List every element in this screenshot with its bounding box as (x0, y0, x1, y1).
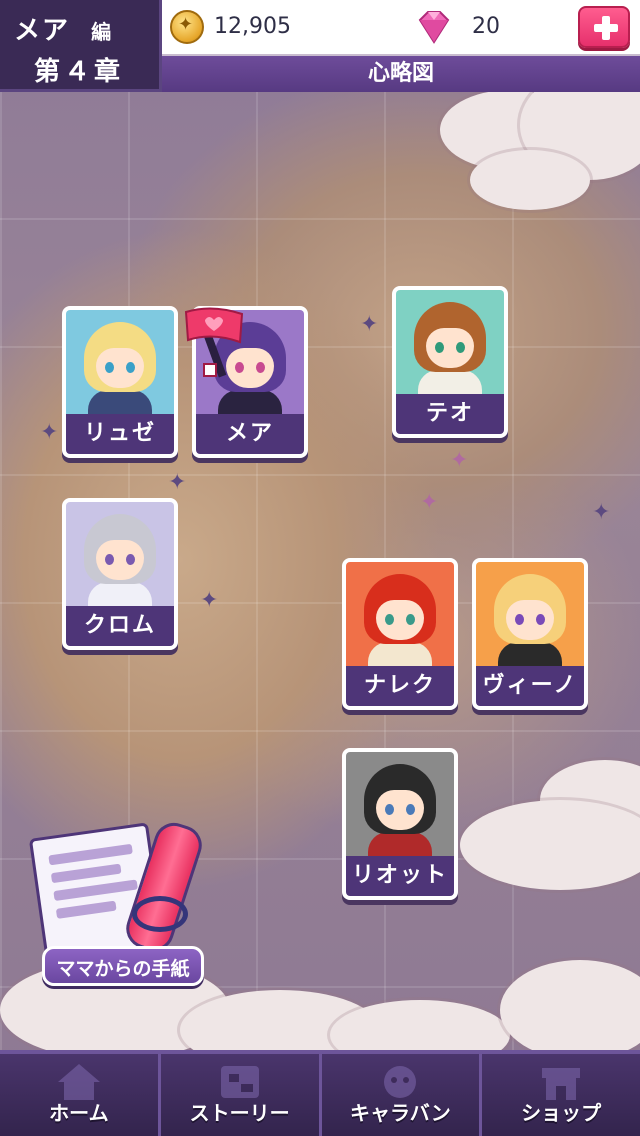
character-portrait (346, 752, 454, 856)
story-icon (220, 1066, 259, 1098)
nav-label: ホーム (49, 1101, 109, 1125)
character-face (376, 790, 424, 830)
character-portrait (346, 562, 454, 666)
character-eye (256, 362, 265, 373)
caravan-icon (384, 1066, 417, 1098)
character-eye (406, 614, 415, 625)
star-icon: ✦ (168, 470, 187, 495)
character-face (426, 328, 474, 368)
nav-caravan[interactable]: キャラバン (321, 1054, 483, 1136)
character-portrait (396, 290, 504, 394)
character-eye (456, 342, 465, 353)
page-title: 心略図 (162, 56, 640, 92)
nav-home[interactable]: ホーム (0, 1054, 161, 1136)
character-body (88, 390, 152, 414)
character-portrait (476, 562, 584, 666)
character-card-ryuze[interactable]: リュゼ (62, 306, 178, 458)
character-body (218, 390, 282, 414)
character-name: リオット (346, 856, 454, 896)
currency-bar: 12,905 20 (162, 0, 640, 56)
star-icon: ✦ (200, 588, 219, 613)
character-eye (515, 614, 524, 625)
character-card-teo[interactable]: テオ (392, 286, 508, 438)
nav-story[interactable]: ストーリー (160, 1054, 322, 1136)
character-body (368, 832, 432, 856)
character-eye (105, 554, 114, 565)
chapter-box: メア 編 第４章 (0, 0, 162, 92)
ribbon-icon (132, 896, 188, 932)
cloud (470, 150, 590, 210)
mama-letter-label: ママからの手紙 (42, 946, 204, 986)
character-eye (406, 804, 415, 815)
star-icon: ✦ (592, 500, 611, 525)
nav-label: ショップ (521, 1101, 602, 1125)
chapter-number: 第４章 (34, 57, 125, 87)
gem-icon (418, 11, 450, 44)
character-body (418, 370, 482, 394)
flag-icon (184, 307, 244, 378)
home-icon (57, 1064, 100, 1100)
character-card-kuromu[interactable]: クロム (62, 498, 178, 650)
character-body (368, 642, 432, 666)
character-face (506, 600, 554, 640)
character-eye (126, 554, 135, 565)
nav-shop[interactable]: ショップ (482, 1054, 640, 1136)
bottom-nav: ホーム ストーリー キャラバン ショップ (0, 1050, 640, 1136)
character-eye (385, 614, 394, 625)
character-name: ヴィーノ (476, 666, 584, 706)
nav-label: ストーリー (189, 1101, 290, 1125)
character-eye (385, 804, 394, 815)
star-icon: ✦ (450, 448, 469, 473)
chapter-name: メア (14, 16, 71, 46)
character-name: クロム (66, 606, 174, 646)
mama-letter-button[interactable]: ママからの手紙 (28, 817, 208, 988)
character-face (376, 600, 424, 640)
character-name: テオ (396, 394, 504, 434)
character-portrait (66, 502, 174, 606)
character-card-nareku[interactable]: ナレク (342, 558, 458, 710)
character-face (96, 540, 144, 580)
add-gems-button[interactable] (578, 6, 630, 48)
character-name: メア (196, 414, 304, 454)
character-eye (435, 342, 444, 353)
character-body (88, 582, 152, 606)
shop-icon (542, 1068, 581, 1100)
coin-icon (170, 10, 204, 44)
character-card-vino[interactable]: ヴィーノ (472, 558, 588, 710)
chapter-suffix: 編 (91, 20, 112, 44)
coin-count: 12,905 (214, 14, 291, 39)
star-icon: ✦ (420, 490, 439, 515)
star-icon: ✦ (40, 420, 59, 445)
character-eye (105, 362, 114, 373)
character-eye (536, 614, 545, 625)
character-eye (126, 362, 135, 373)
character-card-riotto[interactable]: リオット (342, 748, 458, 900)
star-icon: ✦ (360, 312, 379, 337)
character-body (498, 642, 562, 666)
character-portrait (66, 310, 174, 414)
gem-count: 20 (472, 14, 500, 39)
character-face (96, 348, 144, 388)
nav-label: キャラバン (349, 1101, 451, 1125)
character-name: リュゼ (66, 414, 174, 454)
character-name: ナレク (346, 666, 454, 706)
